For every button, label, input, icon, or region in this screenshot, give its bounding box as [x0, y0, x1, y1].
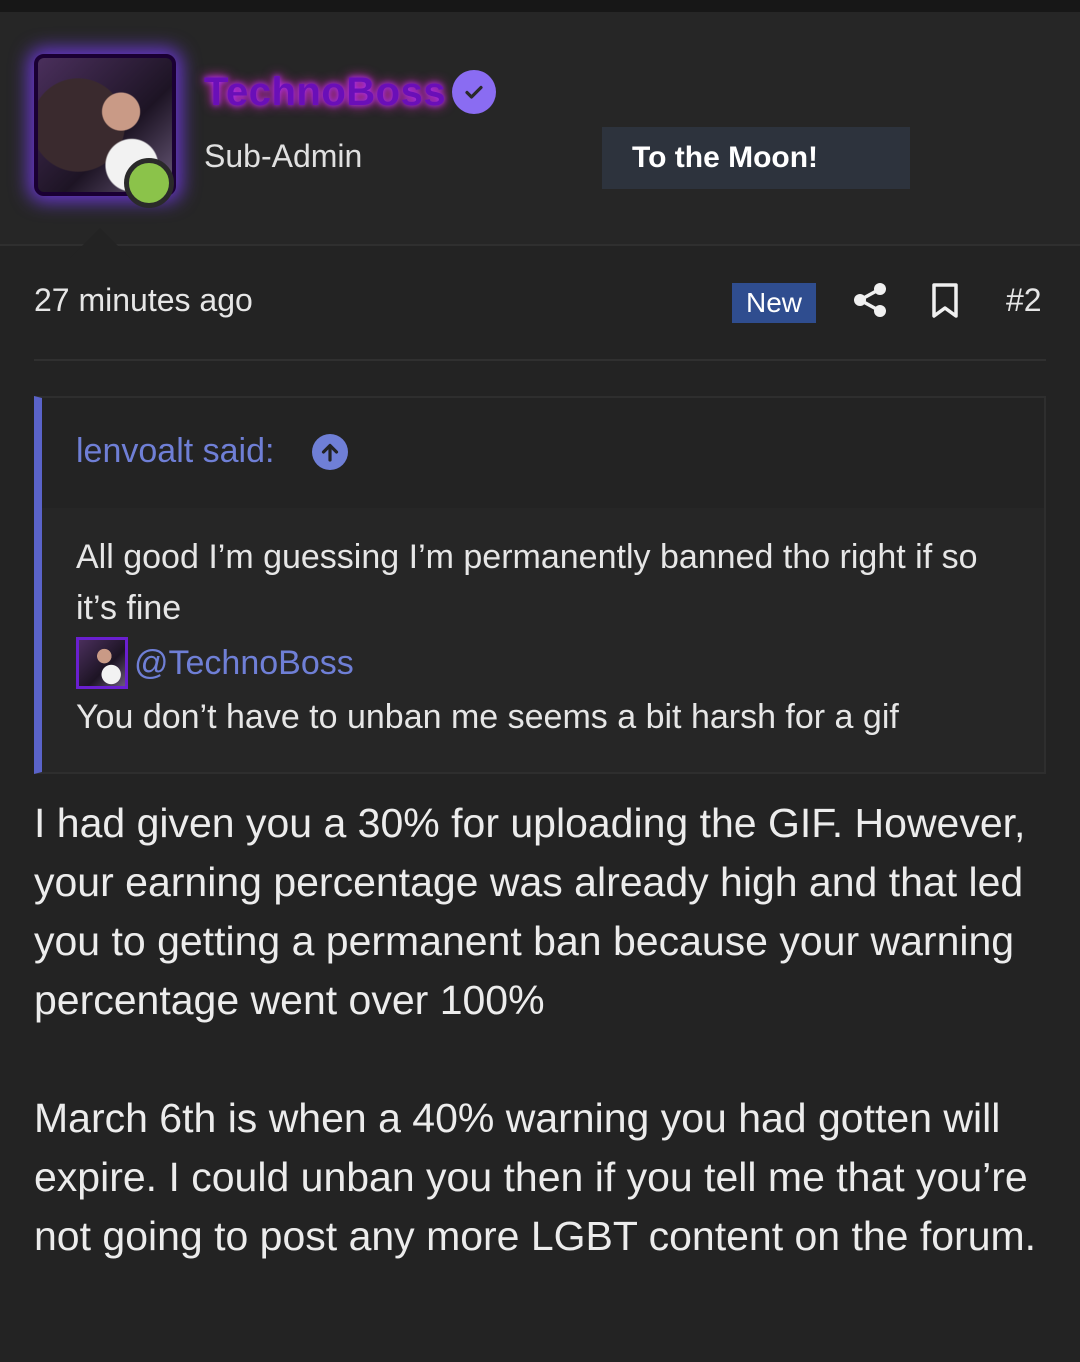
user-title-text: To the Moon!: [632, 141, 819, 174]
post-paragraph: March 6th is when a 40% warning you had …: [34, 1095, 1037, 1259]
quote-text-line: You don’t have to unban me seems a bit h…: [76, 698, 899, 736]
quote-header: lenvoalt said:: [42, 398, 1044, 508]
share-icon[interactable]: [852, 282, 888, 318]
post-author-header: TechnoBoss Sub-Admin To the Moon!: [0, 12, 1080, 258]
quote-author[interactable]: lenvoalt said:: [76, 432, 274, 471]
user-title-banner: To the Moon!: [602, 127, 910, 189]
quote-content: All good I’m guessing I’m permanently ba…: [76, 532, 1026, 743]
bookmark-icon[interactable]: [930, 282, 960, 320]
author-role: Sub-Admin: [204, 138, 363, 174]
quote-text-line: All good I’m guessing I’m permanently ba…: [76, 538, 978, 627]
author-avatar[interactable]: [34, 54, 176, 208]
mention-line: @TechnoBoss: [76, 634, 1026, 692]
arrow-up-circle-icon[interactable]: [312, 434, 348, 470]
post-number-link[interactable]: #2: [1006, 282, 1042, 319]
post-paragraph: I had given you a 30% for uploading the …: [34, 800, 1026, 1023]
divider: [34, 359, 1046, 361]
new-badge: New: [732, 283, 816, 323]
mention-avatar: [76, 637, 128, 689]
post-body: I had given you a 30% for uploading the …: [34, 794, 1054, 1325]
header-pointer: [70, 228, 130, 258]
online-status-dot: [124, 158, 174, 208]
post-timestamp[interactable]: 27 minutes ago: [34, 282, 253, 319]
verified-check-icon: [452, 70, 496, 114]
author-username[interactable]: TechnoBoss: [204, 70, 446, 115]
user-mention-link[interactable]: @TechnoBoss: [134, 638, 354, 689]
top-bar: [0, 0, 1080, 12]
quote-block: lenvoalt said: All good I’m guessing I’m…: [34, 396, 1046, 774]
